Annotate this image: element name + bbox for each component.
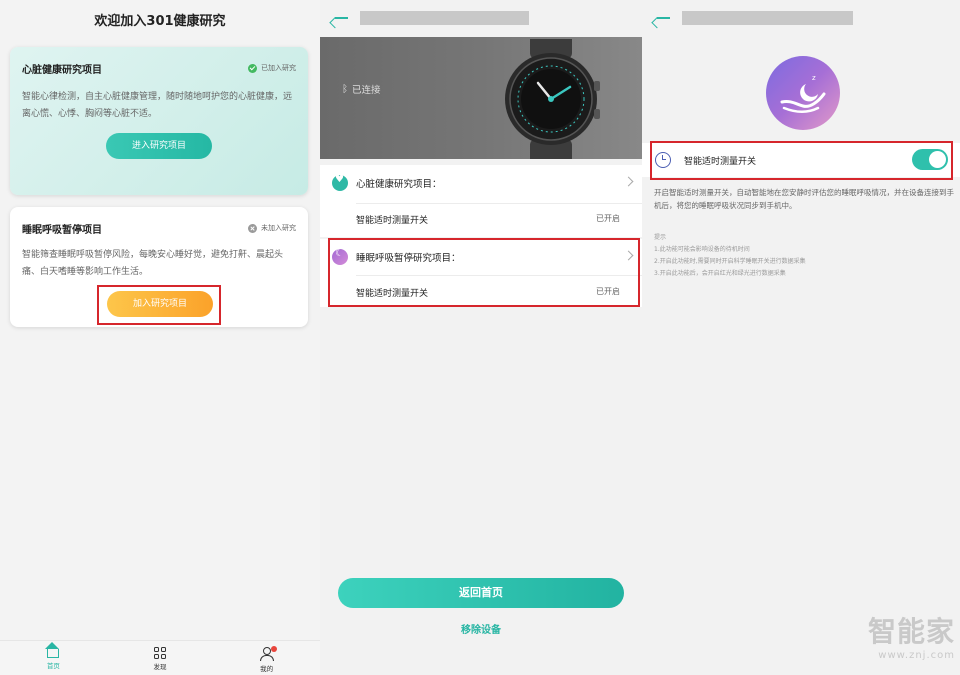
chevron-right-icon: [623, 250, 634, 261]
redacted-title: [682, 11, 853, 25]
home-icon: [45, 642, 60, 658]
tip-item: 1.此功能可能会影响设备的待机时间: [654, 246, 750, 253]
back-arrow-icon[interactable]: [656, 12, 670, 24]
sleep-apnea-card[interactable]: 睡眠呼吸暂停项目 未加入研究 智能筛查睡眠呼吸暂停风险，每晚安心睡好觉，避免打鼾…: [10, 207, 308, 327]
clock-icon: [655, 152, 671, 168]
watermark-text: 智能家: [867, 615, 955, 648]
sleep-project-section: 睡眠呼吸暂停研究项目： 智能适时测量开关 已开启: [320, 239, 642, 307]
toggle-knob: [929, 151, 946, 168]
card-title: 心脏健康研究项目: [22, 65, 102, 76]
heart-project-section: 心脏健康研究项目： 智能适时测量开关 已开启: [320, 165, 642, 237]
card-description: 智能心律检测，自主心脏健康管理，随时随地呵护您的心脏健康，远离心慌、心悸、胸闷等…: [22, 92, 293, 119]
card-description: 智能筛查睡眠呼吸暂停风险，每晚安心睡好觉，避免打鼾、晨起头痛、白天嗜睡等影响工作…: [22, 250, 284, 277]
heart-research-card[interactable]: 心脏健康研究项目 已加入研究 智能心律检测，自主心脏健康管理，随时随地呵护您的心…: [10, 47, 308, 195]
switch-status: 已开启: [596, 287, 620, 296]
project-title: 心脏健康研究项目：: [356, 179, 442, 190]
measure-switch-row: 智能适时测量开关: [642, 143, 960, 177]
check-icon: [248, 63, 257, 73]
device-banner: ᛒ 已连接: [320, 37, 642, 159]
nav-item-profile[interactable]: 我的: [213, 641, 320, 675]
switch-description: 开启智能适时测量开关，自动智能地在您安静时评估您的睡眠呼吸情况，并在设备连接到手…: [654, 188, 954, 210]
badge-label: 已加入研究: [261, 64, 296, 72]
close-icon: [248, 223, 257, 233]
join-project-button[interactable]: 加入研究项目: [107, 291, 213, 317]
tip-item: 3.开启此功能后，会开启红光和绿光进行数据采集: [654, 270, 786, 277]
back-home-button[interactable]: 返回首页: [338, 578, 624, 608]
measure-switch-label[interactable]: 智能适时测量开关: [356, 286, 428, 299]
page-title: 欢迎加入301健康研究: [94, 14, 226, 29]
switch-status: 已开启: [596, 214, 620, 223]
nav-label: 我的: [260, 665, 274, 673]
svg-text:z: z: [812, 74, 816, 82]
joined-status-badge: 已加入研究: [248, 63, 296, 73]
profile-icon: [259, 646, 277, 661]
sleep-icon: [332, 248, 348, 265]
tip-item: 2.开启此功能时,需要同时开启科学睡眠开关进行数据采集: [654, 258, 806, 265]
nav-item-discover[interactable]: 发现: [107, 641, 214, 675]
divider: [356, 203, 642, 204]
measure-switch-label[interactable]: 智能适时测量开关: [356, 213, 428, 226]
switch-label: 智能适时测量开关: [684, 157, 757, 167]
divider: [356, 275, 642, 276]
tips-title: 提示: [654, 234, 667, 241]
connection-status: ᛒ 已连接: [342, 82, 381, 97]
project-title: 睡眠呼吸暂停研究项目：: [356, 253, 461, 264]
badge-label: 未加入研究: [261, 224, 296, 232]
notification-dot: [270, 646, 277, 652]
enter-project-button[interactable]: 进入研究项目: [106, 133, 212, 159]
nav-label: 发现: [153, 663, 167, 671]
bottom-navigation: 首页 发现 我的: [0, 640, 320, 675]
watermark-logo: 智能家 www.znj.com: [850, 610, 955, 661]
heart-project-header[interactable]: 心脏健康研究项目：: [332, 174, 442, 191]
chevron-right-icon: [623, 176, 634, 187]
measure-switch-screen: z 智能适时测量开关 开启智能适时测量开关，自动智能地在您安静时评估您的睡眠呼吸…: [642, 0, 960, 675]
smartwatch-image: [505, 39, 600, 159]
sleep-project-header[interactable]: 睡眠呼吸暂停研究项目：: [332, 248, 461, 265]
measure-toggle-switch[interactable]: [912, 149, 948, 170]
heart-icon: [332, 174, 348, 191]
discover-icon: [154, 647, 166, 659]
nav-item-home[interactable]: 首页: [0, 641, 107, 675]
sleep-hand-icon: z: [766, 56, 840, 130]
bluetooth-icon: ᛒ: [342, 83, 348, 95]
tips-section: 提示 1.此功能可能会影响设备的待机时间 2.开启此功能时,需要同时开启科学睡眠…: [654, 232, 954, 280]
research-home-screen: 欢迎加入301健康研究 心脏健康研究项目 已加入研究 智能心律检测，自主心脏健康…: [0, 0, 320, 675]
watermark-url: www.znj.com: [878, 650, 955, 661]
device-detail-screen: ᛒ 已连接 心脏健康研究项目： 智能适时测量开关 已开启: [320, 0, 642, 675]
remove-device-button[interactable]: 移除设备: [320, 621, 642, 636]
not-joined-status-badge: 未加入研究: [248, 223, 296, 233]
nav-label: 首页: [46, 662, 60, 670]
connection-label: 已连接: [352, 85, 381, 96]
back-arrow-icon[interactable]: [334, 12, 348, 24]
card-title: 睡眠呼吸暂停项目: [22, 225, 102, 236]
redacted-title: [360, 11, 529, 25]
